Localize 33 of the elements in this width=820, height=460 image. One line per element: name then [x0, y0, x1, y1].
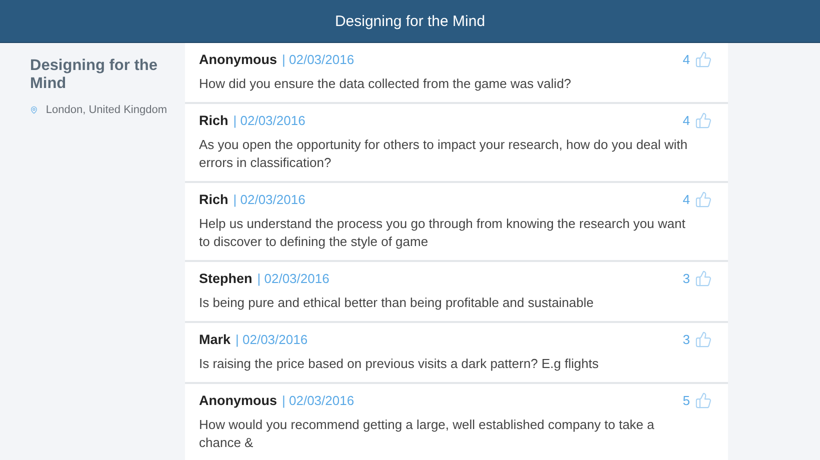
- vote-count: 5: [682, 393, 690, 408]
- vote-count: 3: [682, 332, 690, 347]
- question-date: | 02/03/2016: [233, 113, 306, 128]
- thumbs-up-icon[interactable]: [695, 331, 712, 348]
- question-date: | 02/03/2016: [257, 271, 330, 286]
- question-date: | 02/03/2016: [282, 52, 354, 67]
- question-author: Rich: [199, 113, 228, 128]
- vote-count: 4: [682, 113, 690, 128]
- event-title: Designing for the Mind: [30, 57, 158, 93]
- question-author: Anonymous: [199, 52, 278, 67]
- question-text: Is being pure and ethical better than being profitable and sustainable: [199, 294, 595, 312]
- question-text: How did you ensure the data collected from the game was valid?: [199, 75, 572, 93]
- vote-count: 4: [682, 52, 690, 67]
- question-author: Mark: [199, 332, 231, 347]
- question-text: Is raising the price based on previous visits a dark pattern? E.g flights: [199, 355, 600, 373]
- thumbs-up-icon[interactable]: [695, 112, 712, 129]
- thumbs-up-icon[interactable]: [695, 270, 712, 287]
- question-date: | 02/03/2016: [236, 332, 308, 347]
- question-text: As you open the opportunity for others to impact your research, how do you deal with errors in classification?: [199, 136, 688, 172]
- thumbs-up-icon[interactable]: [695, 51, 712, 68]
- thumbs-up-icon[interactable]: [695, 191, 712, 208]
- question-author: Anonymous: [199, 393, 278, 408]
- question-text: How would you recommend getting a large, well established company to take a chance &: [199, 416, 656, 452]
- question-date: | 02/03/2016: [282, 393, 354, 408]
- question-text: Help us understand the process you go through from knowing the research you want to discover to defining the style of game: [199, 215, 686, 251]
- question-author: Rich: [199, 192, 228, 207]
- vote-count: 3: [682, 271, 690, 286]
- question-author: Stephen: [199, 271, 252, 286]
- vote-count: 4: [682, 192, 690, 207]
- thumbs-up-icon[interactable]: [695, 392, 712, 409]
- page-title: Designing for the Mind: [334, 12, 486, 30]
- event-location: London, United Kingdom: [46, 104, 167, 116]
- question-date: | 02/03/2016: [233, 192, 306, 207]
